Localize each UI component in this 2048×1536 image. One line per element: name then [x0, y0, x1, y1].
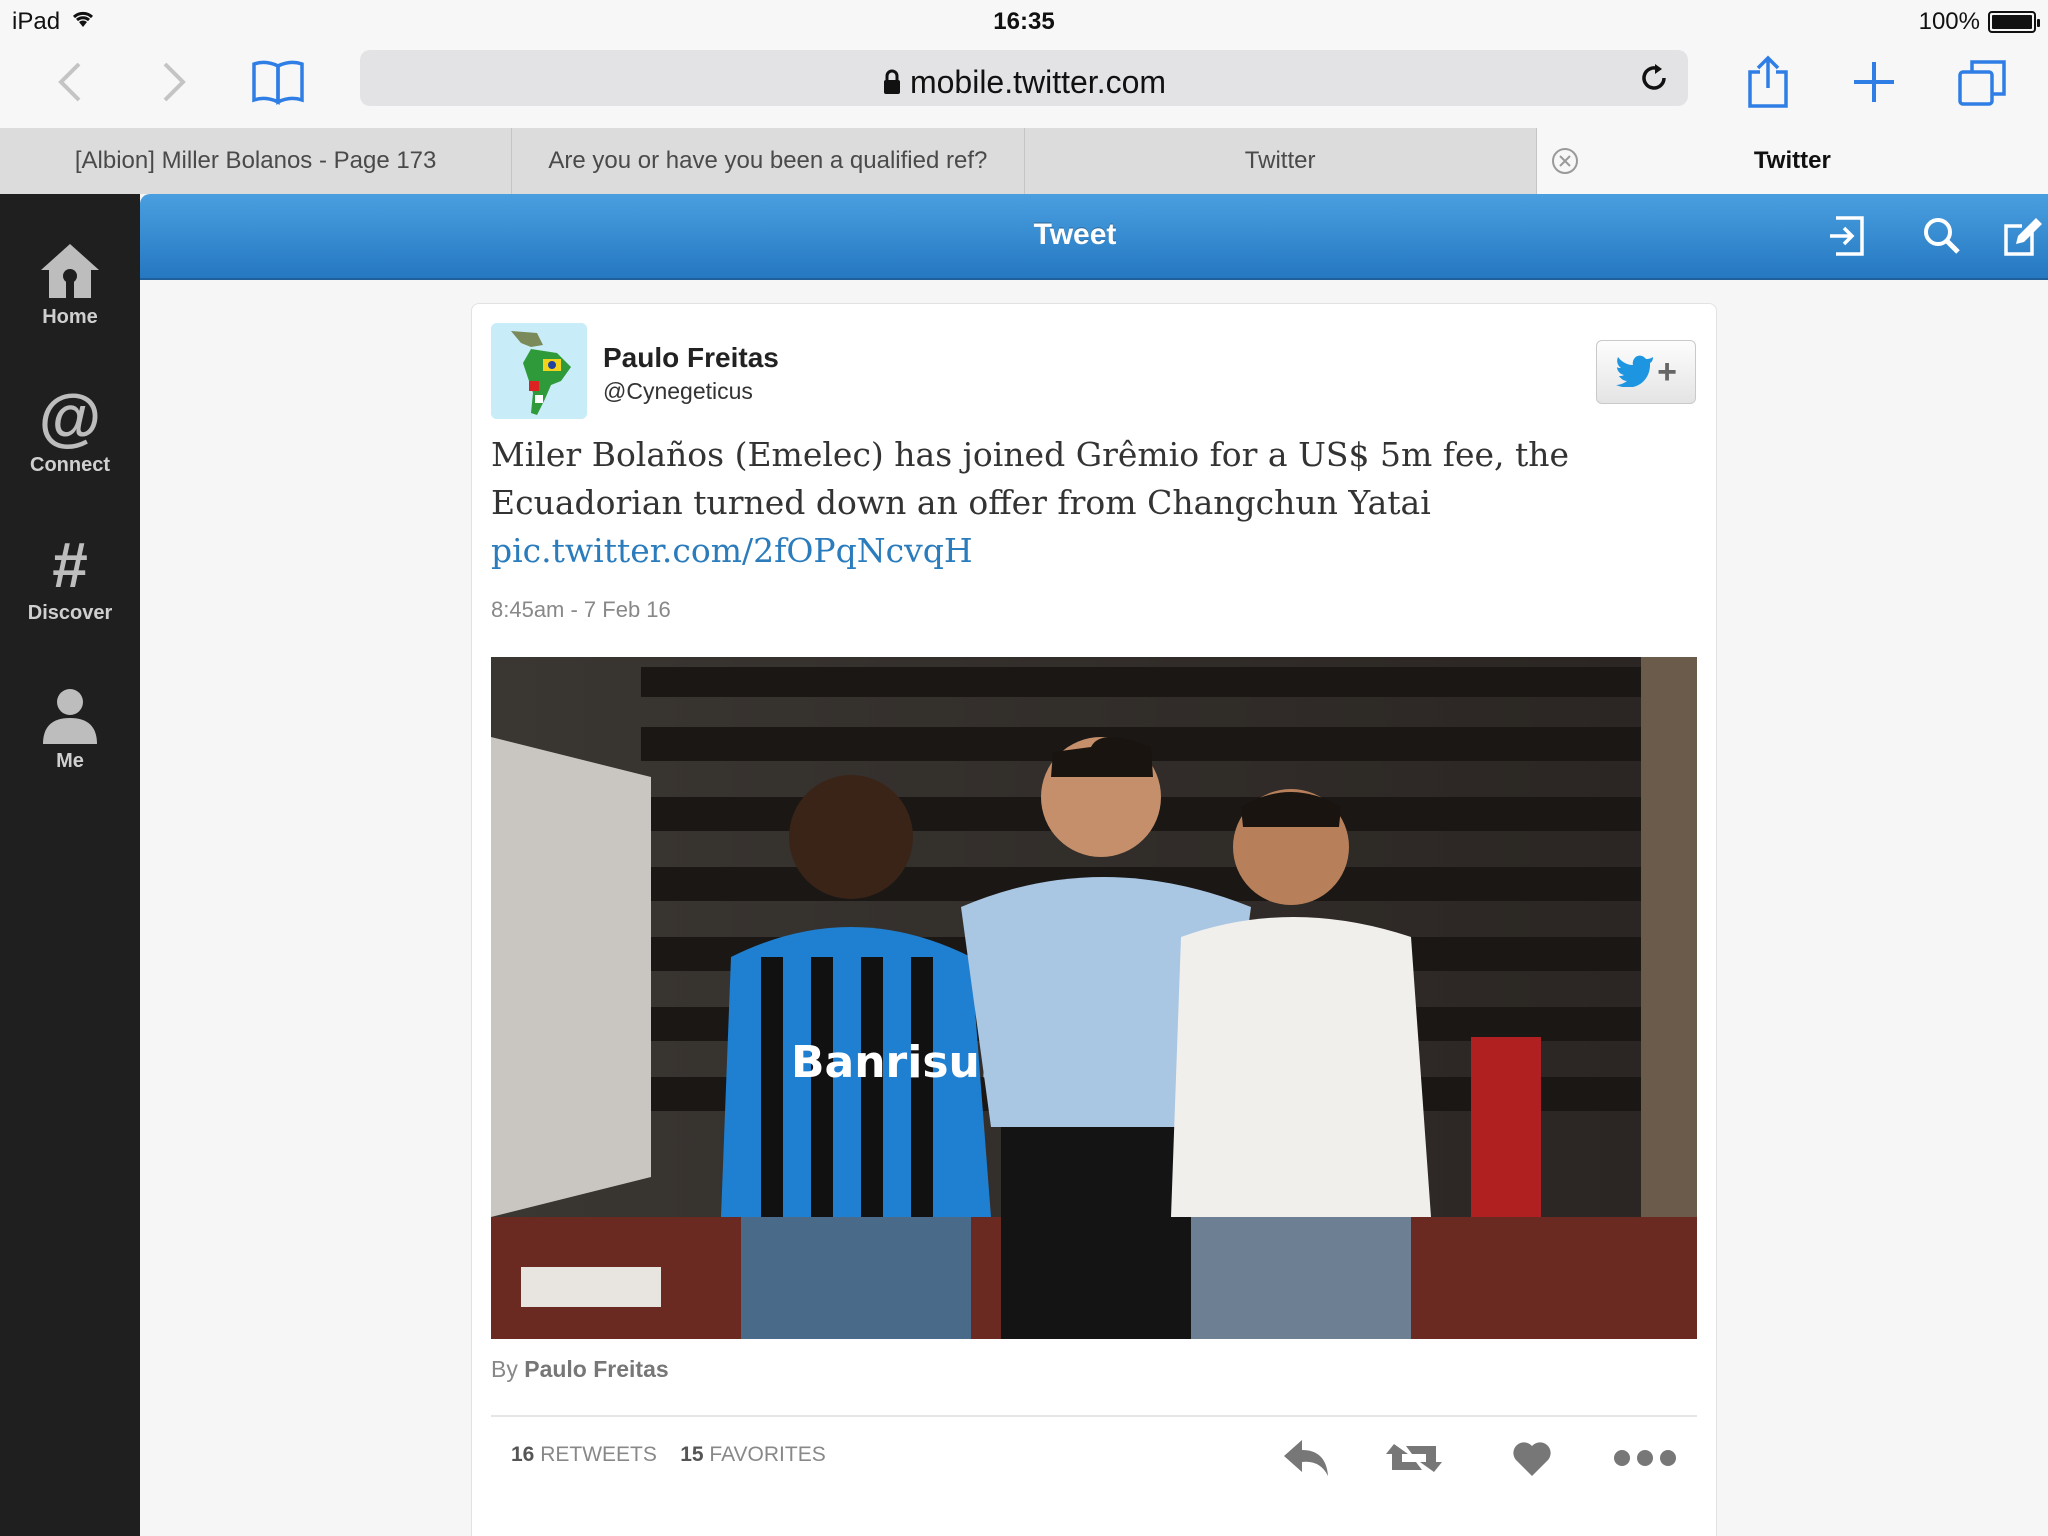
nav-label: Me — [56, 750, 84, 772]
reply-icon[interactable] — [1280, 1436, 1332, 1485]
nav-label: Home — [42, 306, 98, 328]
battery-percent: 100% — [1918, 8, 1980, 35]
tabs-overview-icon[interactable] — [1950, 52, 2014, 112]
share-icon[interactable] — [1736, 52, 1800, 112]
retweet-icon[interactable] — [1384, 1436, 1444, 1485]
compose-icon[interactable] — [2002, 214, 2042, 263]
tab-strip: [Albion] Miller Bolanos - Page 173 Are y… — [0, 128, 2048, 194]
status-time: 16:35 — [993, 8, 1055, 35]
favorite-label[interactable]: FAVORITES — [709, 1443, 825, 1466]
credit-name[interactable]: Paulo Freitas — [524, 1356, 668, 1382]
avatar[interactable] — [491, 323, 587, 419]
reload-icon[interactable] — [1638, 62, 1670, 99]
at-icon: @ — [38, 381, 102, 453]
tweet-photo[interactable]: Banrisul — [491, 657, 1697, 1339]
author-name[interactable]: Paulo Freitas — [603, 342, 779, 374]
hashtag-icon: # — [52, 529, 88, 601]
follow-button[interactable]: + — [1596, 340, 1696, 404]
sign-out-icon[interactable] — [1828, 214, 1868, 263]
home-icon — [0, 238, 140, 300]
tweet-text: Miler Bolaños (Emelec) has joined Grêmio… — [491, 435, 1570, 522]
nav-discover[interactable]: # Discover — [0, 529, 140, 625]
battery-icon — [1988, 11, 2040, 33]
twitter-bird-icon — [1615, 353, 1655, 392]
more-options-icon[interactable] — [1612, 1436, 1678, 1485]
tweet-media-link[interactable]: pic.twitter.com/2fOPqNcvqH — [491, 527, 973, 575]
tweet-timestamp[interactable]: 8:45am - 7 Feb 16 — [491, 597, 671, 623]
forward-icon[interactable] — [142, 52, 206, 112]
plus-icon: + — [1657, 352, 1677, 391]
tab-qualified-ref[interactable]: Are you or have you been a qualified ref… — [512, 128, 1025, 194]
url-display[interactable]: mobile.twitter.com — [360, 64, 1688, 103]
tab-label: Twitter — [1244, 147, 1316, 174]
divider — [491, 1415, 1697, 1417]
nav-me[interactable]: Me — [0, 682, 140, 773]
tweet-stats: 16 RETWEETS 15 FAVORITES — [511, 1443, 826, 1467]
person-icon — [0, 682, 140, 744]
tweet-card: Paulo Freitas @Cynegeticus + Miler Bolañ… — [471, 303, 1717, 1536]
retweet-count[interactable]: 16 — [511, 1443, 534, 1466]
tab-label: Twitter — [1753, 147, 1831, 174]
photo-credit: By Paulo Freitas — [491, 1356, 669, 1383]
close-tab-icon[interactable] — [1551, 147, 1579, 182]
tab-albion[interactable]: [Albion] Miller Bolanos - Page 173 — [0, 128, 513, 194]
tweet-header: Tweet — [140, 194, 2048, 280]
address-bar[interactable]: mobile.twitter.com — [360, 50, 1688, 106]
page-title: Tweet — [1033, 218, 1117, 251]
favorite-count[interactable]: 15 — [680, 1443, 703, 1466]
nav-connect[interactable]: @ Connect — [0, 381, 140, 477]
nav-home[interactable]: Home — [0, 238, 140, 329]
nav-label: Connect — [30, 454, 110, 476]
back-icon[interactable] — [38, 52, 102, 112]
twitter-sidebar: Home @ Connect # Discover Me — [0, 194, 140, 1536]
jersey-sponsor-text: Banrisul — [791, 1037, 995, 1088]
browser-toolbar: mobile.twitter.com — [0, 40, 2048, 128]
search-icon[interactable] — [1922, 214, 1962, 263]
status-right: 100% — [1918, 8, 2040, 36]
credit-prefix: By — [491, 1356, 518, 1382]
new-tab-icon[interactable] — [1842, 52, 1906, 112]
retweet-label[interactable]: RETWEETS — [540, 1443, 657, 1466]
tab-twitter[interactable]: Twitter — [1025, 128, 1537, 194]
favorite-heart-icon[interactable] — [1510, 1436, 1554, 1485]
bookmarks-icon[interactable] — [246, 52, 310, 112]
lock-icon — [882, 66, 902, 103]
tab-label: [Albion] Miller Bolanos - Page 173 — [74, 147, 437, 174]
nav-label: Discover — [27, 602, 113, 624]
tab-label: Are you or have you been a qualified ref… — [548, 147, 988, 174]
status-bar: iPad 16:35 100% — [0, 0, 2048, 40]
url-text: mobile.twitter.com — [909, 64, 1167, 100]
tab-twitter-active[interactable]: Twitter — [1536, 128, 2048, 194]
author-handle[interactable]: @Cynegeticus — [603, 378, 753, 405]
